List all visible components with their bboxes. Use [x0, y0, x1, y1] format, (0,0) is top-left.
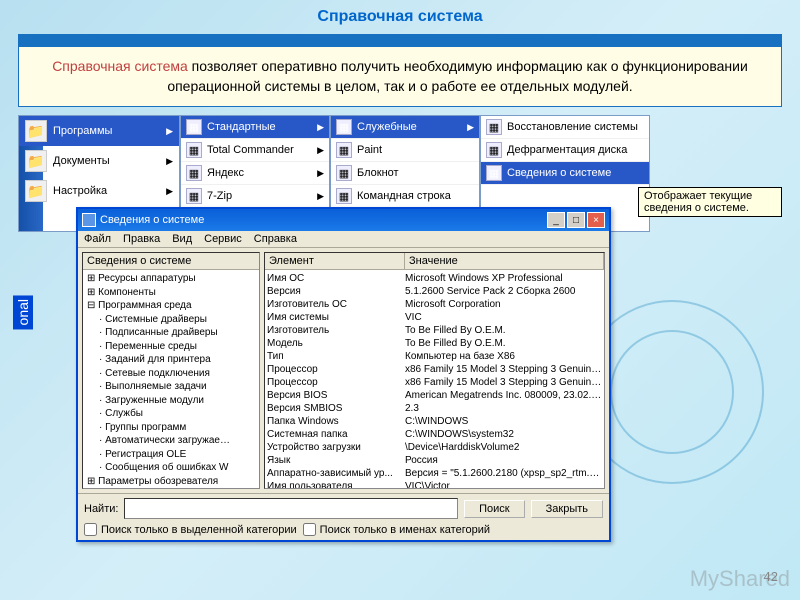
list-row[interactable]: МодельTo Be Filled By O.E.M. [267, 337, 602, 350]
list-row[interactable]: Аппаратно-зависимый ур...Версия = "5.1.2… [267, 467, 602, 480]
watermark: MyShared [690, 566, 790, 592]
list-row[interactable]: Имя ОСMicrosoft Windows XP Professional [267, 272, 602, 285]
tree-item[interactable]: Сетевые подключения [85, 367, 257, 381]
description-box: Справочная система позволяет оперативно … [18, 46, 782, 107]
find-label: Найти: [84, 503, 118, 515]
list-row[interactable]: Изготовитель ОСMicrosoft Corporation [267, 298, 602, 311]
tree-item[interactable]: Переменные среды [85, 340, 257, 354]
minimize-button[interactable]: _ [547, 212, 565, 228]
tree-item[interactable]: Ресурсы аппаратуры [85, 272, 257, 286]
menu-item[interactable]: ▦Paint [331, 139, 479, 162]
list-row[interactable]: ЯзыкРоссия [267, 454, 602, 467]
program-icon: ▦ [186, 142, 202, 158]
list-row[interactable]: Версия BIOSAmerican Megatrends Inc. 0800… [267, 389, 602, 402]
menu-item[interactable]: ▦Служебные▶ [331, 116, 479, 139]
menu-item[interactable]: ▦Стандартные▶ [181, 116, 329, 139]
list-row[interactable]: Папка WindowsC:\WINDOWS [267, 415, 602, 428]
menu-item[interactable]: ▦Яндекс▶ [181, 162, 329, 185]
tree-item[interactable]: Системные драйверы [85, 313, 257, 327]
list-row[interactable]: Имя пользователяVIC\Victor [267, 480, 602, 489]
start-menu-item[interactable]: 📁Настройка▶ [19, 176, 179, 206]
menu-Правка[interactable]: Правка [123, 233, 160, 245]
tooltip: Отображает текущие сведения о системе. [638, 187, 782, 217]
program-icon: ▦ [186, 188, 202, 204]
list-row[interactable]: Процессорx86 Family 15 Model 3 Stepping … [267, 363, 602, 376]
header-band [18, 34, 782, 46]
list-row[interactable]: Процессорx86 Family 15 Model 3 Stepping … [267, 376, 602, 389]
folder-icon: 📁 [25, 120, 47, 142]
col-value[interactable]: Значение [405, 253, 604, 269]
menubar: Файл Правка Вид Сервис Справка [78, 231, 609, 248]
find-bar: Найти: Поиск Закрыть Поиск только в выде… [78, 493, 609, 540]
menu-Сервис[interactable]: Сервис [204, 233, 242, 245]
sysinfo-window: Сведения о системе _ □ × Файл Правка Вид Се… [76, 207, 611, 542]
menu-item[interactable]: ▦Восстановление системы [481, 116, 649, 139]
program-icon: ▦ [336, 119, 352, 135]
list-row[interactable]: ИзготовительTo Be Filled By O.E.M. [267, 324, 602, 337]
slide-title: Справочная система [0, 0, 800, 34]
program-icon: ▦ [336, 142, 352, 158]
tree-pane[interactable]: Сведения о системе Ресурсы аппаратурыКом… [82, 252, 260, 489]
tree-item[interactable]: Выполняемые задачи [85, 380, 257, 394]
tree-item[interactable]: Подписанные драйверы [85, 326, 257, 340]
tree-item[interactable]: Заданий для принтера [85, 353, 257, 367]
program-icon: ▦ [336, 165, 352, 181]
menu-item[interactable]: ▦Total Commander▶ [181, 139, 329, 162]
col-element[interactable]: Элемент [265, 253, 405, 269]
screenshot-area: onal 📁Программы▶📁Документы▶📁Настройка▶ ▦… [18, 115, 782, 545]
list-row[interactable]: Имя системыVIC [267, 311, 602, 324]
titlebar[interactable]: Сведения о системе _ □ × [78, 209, 609, 231]
tree-header: Сведения о системе [83, 253, 259, 270]
desc-emphasis: Справочная система [52, 58, 188, 74]
program-icon: ▦ [486, 165, 502, 181]
menu-item[interactable]: ▦7-Zip▶ [181, 185, 329, 208]
list-row[interactable]: Устройство загрузки\Device\HarddiskVolum… [267, 441, 602, 454]
find-input[interactable] [124, 498, 458, 519]
list-header: Элемент Значение [265, 253, 604, 270]
program-icon: ▦ [486, 119, 502, 135]
window-title: Сведения о системе [100, 214, 547, 226]
tree-item[interactable]: Загруженные модули [85, 394, 257, 408]
tree-item[interactable]: Компоненты [85, 286, 257, 300]
find-button[interactable]: Поиск [464, 500, 524, 518]
tree-item[interactable]: Сообщения об ошибках W [85, 461, 257, 475]
tree-item[interactable]: Службы [85, 407, 257, 421]
close-button[interactable]: × [587, 212, 605, 228]
start-menu-item[interactable]: 📁Программы▶ [19, 116, 179, 146]
menu-item[interactable]: ▦Сведения о системе [481, 162, 649, 185]
close-search-button[interactable]: Закрыть [531, 500, 603, 518]
folder-icon: 📁 [25, 180, 47, 202]
list-row[interactable]: Версия5.1.2600 Service Pack 2 Сборка 260… [267, 285, 602, 298]
list-row[interactable]: Системная папкаC:\WINDOWS\system32 [267, 428, 602, 441]
menu-Файл[interactable]: Файл [84, 233, 111, 245]
start-menu-item[interactable]: 📁Документы▶ [19, 146, 179, 176]
tree-item[interactable]: Регистрация OLE [85, 448, 257, 462]
chk-selected-category[interactable]: Поиск только в выделенной категории [84, 523, 297, 536]
folder-icon: 📁 [25, 150, 47, 172]
maximize-button[interactable]: □ [567, 212, 585, 228]
menu-Вид[interactable]: Вид [172, 233, 192, 245]
desc-text: позволяет оперативно получить необходиму… [167, 58, 747, 94]
tree-item[interactable]: Приложения Office 2003 [85, 488, 257, 489]
menu-item[interactable]: ▦Блокнот [331, 162, 479, 185]
menu-item[interactable]: ▦Дефрагментация диска [481, 139, 649, 162]
program-icon: ▦ [486, 142, 502, 158]
menu-item[interactable]: ▦Командная строка [331, 185, 479, 208]
tree-item[interactable]: Программная среда [85, 299, 257, 313]
menu-Справка[interactable]: Справка [254, 233, 297, 245]
list-row[interactable]: Версия SMBIOS2.3 [267, 402, 602, 415]
tree-item[interactable]: Группы программ [85, 421, 257, 435]
program-icon: ▦ [186, 165, 202, 181]
chk-category-names[interactable]: Поиск только в именах категорий [303, 523, 490, 536]
xp-sidebar-fragment: onal [13, 295, 33, 329]
tree-item[interactable]: Параметры обозревателя [85, 475, 257, 489]
list-pane[interactable]: Элемент Значение Имя ОСMicrosoft Windows… [264, 252, 605, 489]
tree-item[interactable]: Автоматически загружае… [85, 434, 257, 448]
program-icon: ▦ [336, 188, 352, 204]
app-icon [82, 213, 96, 227]
program-icon: ▦ [186, 119, 202, 135]
list-row[interactable]: ТипКомпьютер на базе X86 [267, 350, 602, 363]
